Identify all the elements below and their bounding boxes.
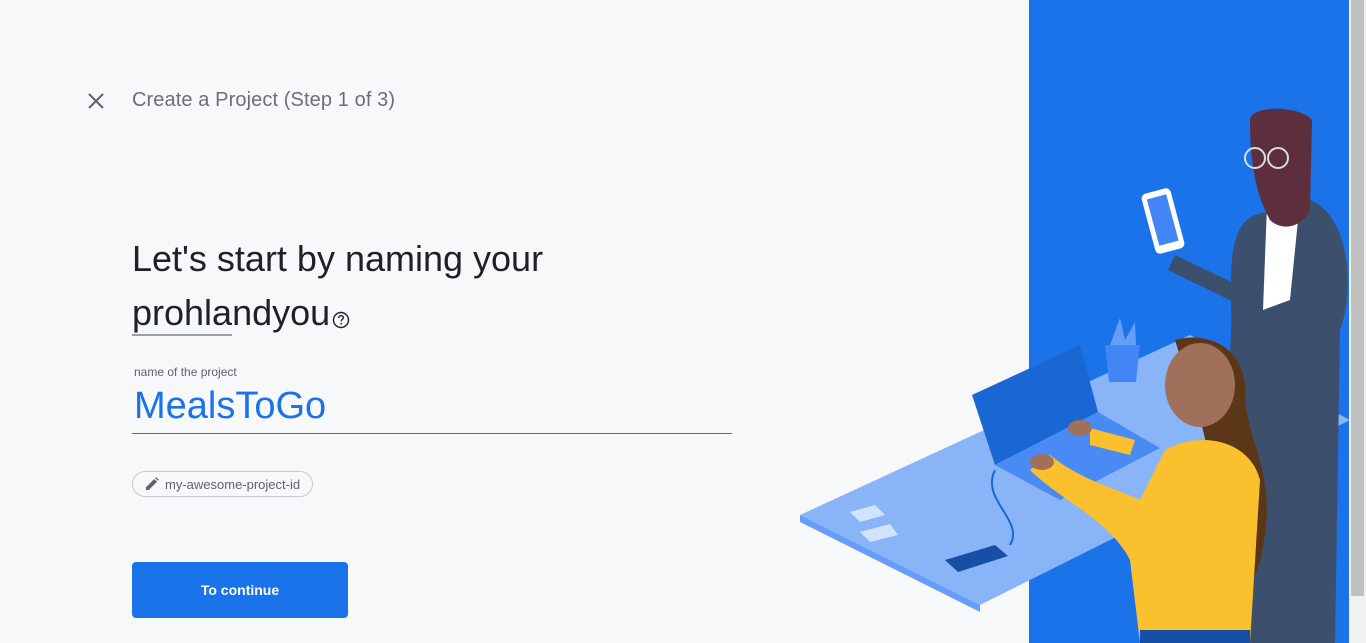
project-id-label: my-awesome-project-id (165, 476, 301, 492)
project-name-label: name of the project (134, 365, 237, 379)
page-heading: Let's start by naming your prohlandyou (132, 232, 543, 340)
woman-pants (1140, 630, 1250, 643)
help-circle-icon[interactable] (332, 290, 350, 329)
plant-pot (1105, 345, 1140, 382)
vertical-scrollbar[interactable] (1349, 0, 1366, 643)
heading-line-1: Let's start by naming your (132, 238, 544, 279)
account-name: prohlandyou (132, 286, 330, 340)
account-underline (132, 334, 232, 336)
continue-button[interactable]: To continue (132, 562, 348, 618)
create-project-page: Create a Project (Step 1 of 3) Let's sta… (0, 0, 1366, 643)
hero-illustration (800, 0, 1366, 643)
close-button[interactable] (84, 89, 108, 113)
woman-head (1165, 343, 1235, 427)
project-id-chip[interactable]: my-awesome-project-id (132, 471, 314, 497)
scrollbar-thumb[interactable] (1351, 0, 1364, 596)
heading-line-2: prohlandyou (132, 292, 331, 333)
pencil-icon (146, 477, 159, 490)
step-title: Create a Project (Step 1 of 3) (132, 89, 396, 111)
woman-hand-2 (1030, 454, 1054, 470)
close-icon (88, 93, 104, 109)
woman-hand-1 (1068, 420, 1092, 436)
project-name-input[interactable] (132, 380, 732, 434)
